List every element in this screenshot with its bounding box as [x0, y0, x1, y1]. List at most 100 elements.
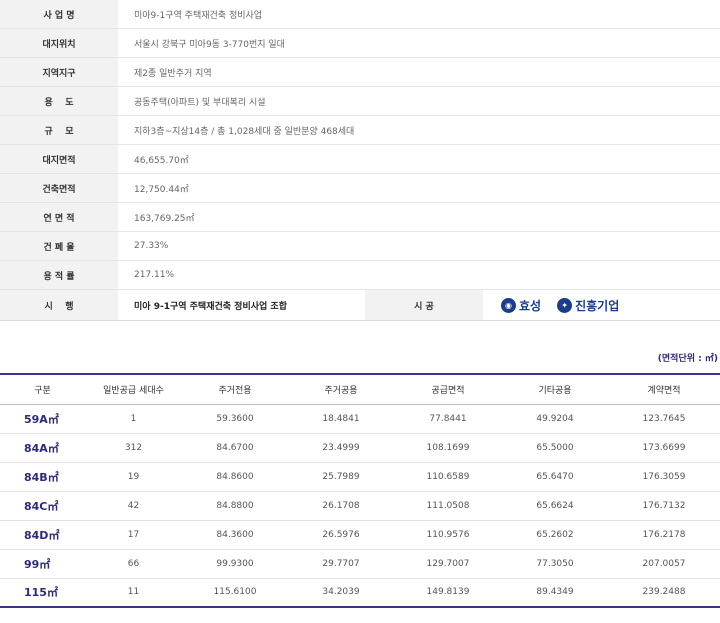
cell: 239.2488 — [642, 587, 686, 598]
cell: 65.6624 — [536, 500, 574, 511]
project-info-table: 사 업 명 미아9-1구역 주택재건축 정비사업 대지위치 서울시 강북구 미아… — [0, 0, 720, 321]
info-row-site-location: 대지위치 서울시 강북구 미아9동 3-770번지 일대 — [0, 29, 720, 58]
table-row: 84D㎡ 17 84.3600 26.5976 110.9576 65.2602… — [0, 520, 720, 549]
builder-name: 진흥기업 — [575, 298, 620, 313]
cell: 26.1708 — [322, 500, 360, 511]
builder-logos: ◉ 효성 ✦ 진흥기업 — [483, 290, 720, 320]
header-units: 일반공급 세대수 — [103, 385, 164, 396]
cell: 26.5976 — [322, 529, 360, 540]
cell: 84.8800 — [216, 500, 254, 511]
cell: 65.5000 — [536, 442, 574, 453]
header-supply: 공급면적 — [431, 385, 465, 396]
table-row: 115㎡ 11 115.6100 34.2039 149.8139 89.434… — [0, 578, 720, 607]
cell-type: 84D㎡ — [24, 528, 60, 542]
cell-type: 84A㎡ — [24, 441, 59, 455]
cell: 84.6700 — [216, 442, 254, 453]
info-row-building-area: 건축면적 12,750.44㎡ — [0, 174, 720, 203]
info-label: 사 업 명 — [0, 0, 118, 28]
cell: 49.9204 — [536, 413, 574, 424]
cell: 110.9576 — [426, 529, 470, 540]
cell: 176.3059 — [642, 471, 686, 482]
cell: 108.1699 — [426, 442, 470, 453]
info-row-floor-area-ratio: 용 적 률 217.11% — [0, 261, 720, 290]
header-contract: 계약면적 — [647, 385, 681, 396]
info-label: 건 폐 율 — [0, 232, 118, 260]
area-table-header: 구분 일반공급 세대수 주거전용 주거공용 공급면적 기타공용 계약면적 — [0, 374, 720, 404]
header-common: 주거공용 — [324, 385, 358, 396]
cell: 66 — [127, 558, 140, 569]
cell: 99.9300 — [216, 558, 254, 569]
cell: 110.6589 — [426, 471, 470, 482]
info-value: 12,750.44㎡ — [134, 184, 189, 195]
header-other-common: 기타공용 — [538, 385, 572, 396]
header-exclusive: 주거전용 — [218, 385, 252, 396]
executor-value: 미아 9-1구역 주택재건축 정비사업 조합 — [134, 301, 287, 312]
info-label: 시 행 — [0, 290, 118, 320]
info-label: 대지위치 — [0, 29, 118, 57]
info-row-gross-floor-area: 연 면 적 163,769.25㎡ — [0, 203, 720, 232]
area-table: 구분 일반공급 세대수 주거전용 주거공용 공급면적 기타공용 계약면적 59A… — [0, 373, 720, 608]
header-type: 구분 — [34, 385, 51, 396]
cell: 84.3600 — [216, 529, 254, 540]
cell: 173.6699 — [642, 442, 686, 453]
cell: 111.0508 — [426, 500, 470, 511]
info-row-zoning: 지역지구 제2종 일반주거 지역 — [0, 58, 720, 87]
table-row: 84A㎡ 312 84.6700 23.4999 108.1699 65.500… — [0, 433, 720, 462]
info-row-executor-builder: 시 행 미아 9-1구역 주택재건축 정비사업 조합 시 공 ◉ 효성 ✦ 진흥… — [0, 290, 720, 321]
info-value: 서울시 강북구 미아9동 3-770번지 일대 — [134, 39, 285, 50]
info-label: 지역지구 — [0, 58, 118, 86]
cell-type: 84B㎡ — [24, 470, 59, 484]
info-value: 163,769.25㎡ — [134, 213, 195, 224]
info-label: 용 도 — [0, 87, 118, 115]
cell: 42 — [127, 500, 140, 511]
cell: 65.6470 — [536, 471, 574, 482]
cell: 11 — [127, 587, 140, 598]
cell: 65.2602 — [536, 529, 574, 540]
cell-type: 84C㎡ — [24, 499, 59, 513]
cell: 34.2039 — [322, 587, 360, 598]
info-row-project-name: 사 업 명 미아9-1구역 주택재건축 정비사업 — [0, 0, 720, 29]
cell: 123.7645 — [642, 413, 686, 424]
cell: 59.3600 — [216, 413, 254, 424]
area-unit-note: (면적단위 : ㎡) — [657, 354, 718, 364]
builder-label: 시 공 — [365, 290, 483, 320]
info-value: 제2종 일반주거 지역 — [134, 68, 212, 79]
info-value: 217.11% — [134, 270, 175, 280]
cell: 149.8139 — [426, 587, 470, 598]
info-value: 지하3층~지상14층 / 총 1,028세대 중 일반분양 468세대 — [134, 126, 355, 137]
table-row: 99㎡ 66 99.9300 29.7707 129.7007 77.3050 … — [0, 549, 720, 578]
info-value: 공동주택(아파트) 및 부대복리 시설 — [134, 97, 266, 108]
info-label: 연 면 적 — [0, 203, 118, 231]
info-label: 규 모 — [0, 116, 118, 144]
info-label: 용 적 률 — [0, 261, 118, 289]
cell: 18.4841 — [322, 413, 360, 424]
cell-type: 99㎡ — [24, 557, 51, 571]
cell: 89.4349 — [536, 587, 574, 598]
info-row-site-area: 대지면적 46,655.70㎡ — [0, 145, 720, 174]
cell: 23.4999 — [322, 442, 360, 453]
info-row-usage: 용 도 공동주택(아파트) 및 부대복리 시설 — [0, 87, 720, 116]
info-row-coverage-ratio: 건 폐 율 27.33% — [0, 232, 720, 261]
cell: 176.2178 — [642, 529, 686, 540]
info-value: 46,655.70㎡ — [134, 155, 189, 166]
jinheung-logo-icon: ✦ — [557, 297, 573, 313]
hyosung-logo: ◉ 효성 — [501, 297, 541, 314]
cell: 115.6100 — [213, 587, 257, 598]
cell: 19 — [127, 471, 140, 482]
cell: 29.7707 — [322, 558, 360, 569]
jinheung-logo: ✦ 진흥기업 — [557, 297, 619, 314]
builder-name: 효성 — [519, 298, 542, 313]
table-row: 84C㎡ 42 84.8800 26.1708 111.0508 65.6624… — [0, 491, 720, 520]
cell: 129.7007 — [426, 558, 470, 569]
cell: 84.8600 — [216, 471, 254, 482]
info-value: 미아9-1구역 주택재건축 정비사업 — [134, 10, 263, 21]
table-row: 59A㎡ 1 59.3600 18.4841 77.8441 49.9204 1… — [0, 404, 720, 433]
info-value: 27.33% — [134, 241, 169, 251]
info-row-scale: 규 모 지하3층~지상14층 / 총 1,028세대 중 일반분양 468세대 — [0, 116, 720, 145]
cell: 312 — [124, 442, 143, 453]
info-label: 대지면적 — [0, 145, 118, 173]
cell: 25.7989 — [322, 471, 360, 482]
cell: 77.8441 — [429, 413, 467, 424]
info-label: 건축면적 — [0, 174, 118, 202]
cell: 176.7132 — [642, 500, 686, 511]
